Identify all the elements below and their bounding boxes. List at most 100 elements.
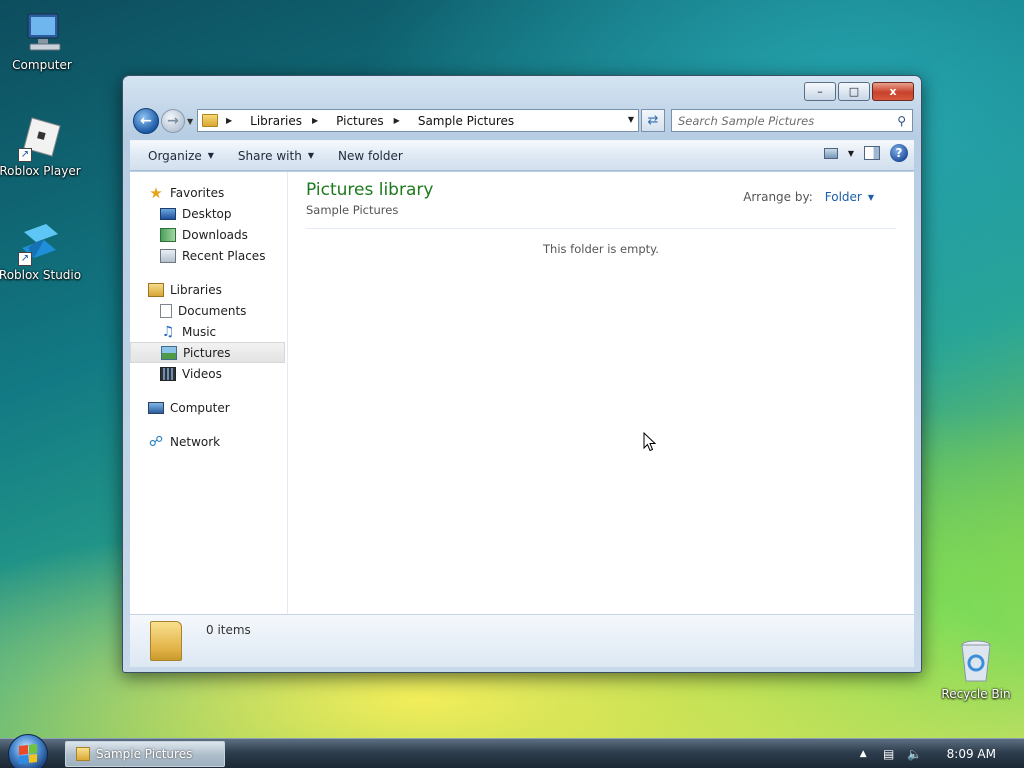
desktop-icon-roblox-player[interactable]: ↗ Roblox Player [0, 114, 82, 178]
breadcrumb-separator[interactable]: ▶ [312, 116, 326, 125]
folder-icon [150, 621, 182, 661]
command-bar: Organize ▼ Share with ▼ New folder ▼ ? [130, 140, 914, 171]
empty-folder-message: This folder is empty. [543, 242, 659, 256]
client-area: ★ Favorites Desktop Downloads Recent Pla… [130, 172, 914, 614]
search-input[interactable] [678, 113, 898, 128]
shortcut-arrow-icon: ↗ [18, 252, 32, 266]
libraries-icon [148, 282, 164, 297]
breadcrumb-separator[interactable]: ▶ [394, 116, 408, 125]
roblox-player-icon: ↗ [16, 114, 64, 162]
computer-icon [18, 8, 66, 56]
computer-group: Computer [130, 397, 287, 418]
caption-buttons: – □ x [804, 82, 914, 101]
volume-muted-icon[interactable]: 🔈 [907, 746, 923, 762]
chevron-down-icon: ▼ [207, 151, 214, 160]
view-options-dropdown-icon[interactable]: ▼ [848, 149, 854, 158]
desktop-icon-roblox-studio[interactable]: ↗ Roblox Studio [0, 218, 82, 282]
clock[interactable]: 8:09 AM [947, 747, 996, 761]
network-tray-icon[interactable]: ▤ [881, 746, 897, 762]
start-button[interactable] [8, 734, 48, 768]
folder-icon [202, 114, 218, 127]
pictures-icon [161, 345, 177, 360]
nav-item-documents[interactable]: Documents [130, 300, 287, 321]
favorites-group: ★ Favorites Desktop Downloads Recent Pla… [130, 182, 287, 266]
show-hidden-icons-icon[interactable]: ▲ [860, 749, 867, 759]
nav-item-desktop[interactable]: Desktop [130, 203, 287, 224]
breadcrumb-root[interactable]: ▶ [226, 116, 240, 125]
taskbar: Sample Pictures ▲ ▤ 🔈 8:09 AM [0, 734, 1024, 768]
new-folder-button[interactable]: New folder [330, 144, 411, 168]
breadcrumb-libraries[interactable]: Libraries [250, 114, 302, 128]
arrange-by-label: Arrange by: [743, 190, 813, 204]
refresh-icon: ⇄ [647, 113, 659, 128]
maximize-button[interactable]: □ [838, 82, 870, 101]
content-divider [306, 228, 896, 229]
downloads-icon [160, 227, 176, 242]
network-group: ☍ Network [130, 431, 287, 452]
library-subtitle: Sample Pictures [306, 203, 399, 217]
toolbar-right: ▼ ? [823, 144, 908, 162]
nav-network[interactable]: ☍ Network [130, 431, 287, 452]
preview-pane-icon[interactable] [864, 146, 880, 160]
recent-places-icon [160, 248, 176, 263]
share-with-button[interactable]: Share with ▼ [230, 144, 322, 168]
roblox-studio-icon: ↗ [16, 218, 64, 266]
minimize-button[interactable]: – [804, 82, 836, 101]
chevron-down-icon: ▼ [867, 192, 874, 202]
back-button[interactable]: ← [133, 108, 159, 134]
computer-icon [148, 401, 164, 414]
nav-item-pictures[interactable]: Pictures [130, 342, 285, 363]
music-icon: ♫ [161, 323, 175, 340]
organize-button[interactable]: Organize ▼ [140, 144, 222, 168]
help-icon[interactable]: ? [890, 144, 908, 162]
breadcrumb-arrow-icon: ▶ [226, 116, 233, 125]
details-pane: 0 items [130, 614, 914, 667]
videos-icon [160, 366, 176, 381]
network-icon: ☍ [148, 433, 164, 450]
shortcut-arrow-icon: ↗ [18, 148, 32, 162]
nav-item-music[interactable]: ♫ Music [130, 321, 287, 342]
nav-computer[interactable]: Computer [130, 397, 287, 418]
search-box[interactable]: ⚲ [671, 109, 913, 132]
explorer-window[interactable]: – □ x ← → ▼ ▶ Libraries ▶ Pictures ▶ Sam… [122, 75, 922, 673]
desktop-icon [160, 207, 176, 220]
navigation-pane: ★ Favorites Desktop Downloads Recent Pla… [130, 172, 288, 614]
chevron-down-icon: ▼ [307, 151, 314, 160]
breadcrumb-arrow-icon: ▶ [393, 116, 400, 125]
address-bar[interactable]: ▶ Libraries ▶ Pictures ▶ Sample Pictures… [197, 109, 639, 132]
desktop-icon-label: Roblox Studio [0, 268, 82, 282]
recycle-bin-icon [952, 637, 1000, 685]
libraries-group: Libraries Documents ♫ Music Pictures Vid… [130, 279, 287, 384]
windows-logo-icon [19, 744, 37, 764]
breadcrumb-arrow-icon: ▶ [311, 116, 319, 125]
item-count: 0 items [206, 623, 251, 637]
file-list-area[interactable]: Pictures library Sample Pictures Arrange… [288, 172, 914, 614]
desktop-icon-label: Roblox Player [0, 164, 81, 178]
nav-item-recent-places[interactable]: Recent Places [130, 245, 287, 266]
documents-icon [160, 303, 172, 318]
taskbar-button-sample-pictures[interactable]: Sample Pictures [65, 741, 225, 767]
desktop-icon-label: Recycle Bin [941, 687, 1011, 701]
nav-item-downloads[interactable]: Downloads [130, 224, 287, 245]
change-view-icon[interactable] [823, 147, 838, 159]
recent-pages-dropdown-icon[interactable]: ▼ [187, 117, 193, 126]
desktop-icon-computer[interactable]: Computer [0, 8, 84, 72]
desktop-icon-recycle-bin[interactable]: Recycle Bin [934, 637, 1018, 701]
arrange-by: Arrange by: Folder ▼ [743, 190, 874, 204]
breadcrumb-sample-pictures[interactable]: Sample Pictures [418, 114, 514, 128]
forward-button[interactable]: → [161, 109, 185, 133]
arrange-by-dropdown[interactable]: Folder ▼ [825, 190, 874, 204]
system-tray: ▲ ▤ 🔈 8:09 AM [860, 739, 1024, 768]
nav-favorites[interactable]: ★ Favorites [130, 182, 287, 203]
refresh-button[interactable]: ⇄ [641, 109, 665, 132]
address-dropdown-icon[interactable]: ▼ [628, 115, 634, 124]
breadcrumb-pictures[interactable]: Pictures [336, 114, 384, 128]
navigation-row: ← → ▼ ▶ Libraries ▶ Pictures ▶ Sample Pi… [131, 108, 913, 134]
search-icon[interactable]: ⚲ [897, 114, 906, 128]
nav-item-videos[interactable]: Videos [130, 363, 287, 384]
close-button[interactable]: x [872, 82, 914, 101]
nav-libraries[interactable]: Libraries [130, 279, 287, 300]
desktop-icon-label: Computer [12, 58, 72, 72]
folder-icon [76, 747, 90, 761]
star-icon: ★ [149, 183, 163, 202]
